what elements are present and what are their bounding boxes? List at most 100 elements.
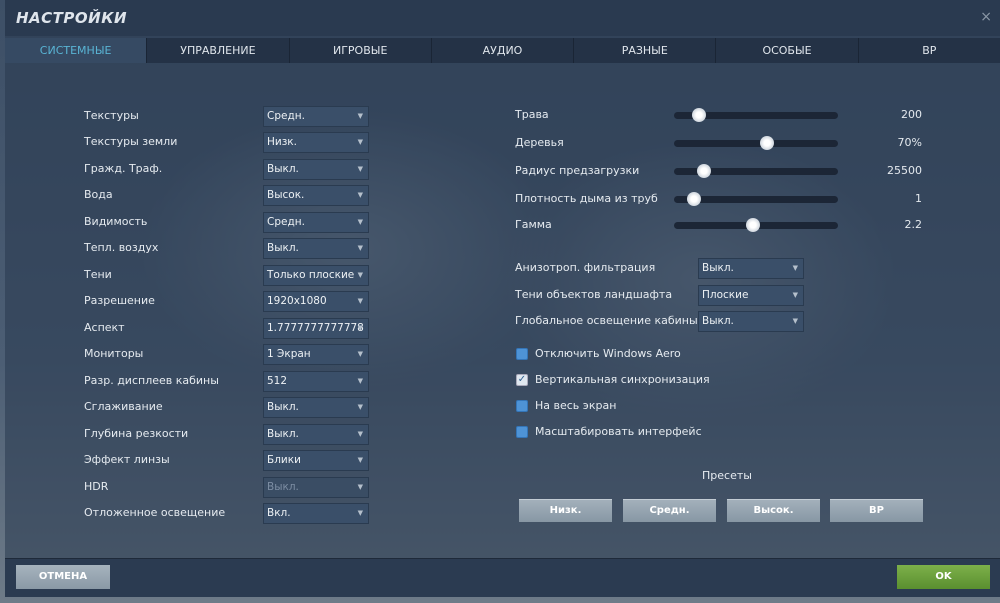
dropdown-value: Выкл. — [702, 262, 734, 274]
chevron-down-icon: ▼ — [357, 323, 363, 332]
preset-button[interactable]: ВР — [830, 499, 923, 522]
setting-label: Глобальное освещение кабины — [515, 314, 698, 327]
chevron-down-icon: ▼ — [357, 403, 363, 412]
chevron-down-icon: ▼ — [357, 429, 363, 438]
setting-dropdown[interactable]: Блики ▼ — [263, 450, 369, 472]
setting-label: Разр. дисплеев кабины — [84, 373, 219, 387]
slider-label: Деревья — [515, 136, 564, 149]
setting-label: Отложенное освещение — [84, 506, 226, 520]
dropdown-value: 1920x1080 — [267, 295, 327, 308]
setting-dropdown[interactable]: Выкл. ▼ — [263, 238, 369, 260]
checkbox[interactable] — [516, 400, 528, 412]
chevron-down-icon: ▼ — [357, 138, 363, 147]
chevron-down-icon: ▼ — [357, 350, 363, 359]
checkbox-label[interactable]: Вертикальная синхронизация — [535, 373, 710, 386]
slider-track[interactable] — [674, 164, 838, 178]
setting-label: Аспект — [84, 320, 125, 334]
slider-thumb[interactable] — [745, 218, 760, 232]
setting-dropdown[interactable]: 1.7777777777778 ▼ — [263, 317, 369, 339]
slider-thumb[interactable] — [686, 192, 701, 206]
checkbox-label[interactable]: Отключить Windows Aero — [535, 347, 681, 360]
close-icon[interactable]: × — [980, 9, 992, 25]
checkbox[interactable]: ✓ — [516, 374, 528, 386]
setting-dropdown[interactable]: Только плоские ▼ — [263, 264, 369, 286]
slider-track[interactable] — [674, 108, 838, 122]
slider-track[interactable] — [674, 218, 838, 232]
slider-value: 200 — [901, 108, 922, 121]
ok-button[interactable]: OK — [897, 565, 990, 589]
setting-label: Гражд. Траф. — [84, 161, 163, 175]
slider-thumb[interactable] — [691, 108, 706, 122]
footer — [5, 558, 1000, 597]
dropdown-value: 512 — [267, 374, 288, 387]
slider-value: 70% — [897, 136, 922, 149]
dropdown-value: Выкл. — [267, 242, 299, 255]
setting-dropdown[interactable]: Выкл. ▼ — [698, 258, 804, 279]
chevron-down-icon: ▼ — [357, 191, 363, 200]
setting-dropdown[interactable]: Плоские ▼ — [698, 284, 804, 306]
tab-6[interactable]: ВР — [857, 38, 1000, 63]
slider-thumb[interactable] — [696, 164, 711, 178]
dropdown-value: Плоские — [702, 288, 749, 301]
setting-label: Текстуры земли — [84, 135, 178, 149]
tab-bar: СИСТЕМНЫЕ УПРАВЛЕНИЕ ИГРОВЫЕ АУДИО РАЗНЫЕ ОСО… — [5, 38, 1000, 63]
dropdown-value: Высок. — [267, 189, 305, 202]
cancel-button[interactable]: ОТМЕНА — [16, 565, 110, 589]
setting-dropdown[interactable]: Высок. ▼ — [263, 185, 369, 207]
chevron-down-icon: ▼ — [357, 482, 363, 491]
setting-dropdown[interactable]: Выкл. ▼ — [263, 423, 369, 445]
chevron-down-icon: ▼ — [357, 376, 363, 385]
chevron-down-icon: ▼ — [792, 290, 798, 299]
setting-label: Сглаживание — [84, 400, 163, 414]
tab-1[interactable]: УПРАВЛЕНИЕ — [146, 38, 289, 63]
setting-dropdown[interactable]: 512 ▼ — [263, 370, 369, 392]
setting-dropdown[interactable]: Выкл. ▼ — [263, 397, 369, 419]
slider-value: 2.2 — [904, 218, 923, 231]
slider-label: Трава — [515, 108, 549, 121]
checkbox[interactable] — [516, 348, 528, 360]
checkbox-label[interactable]: Масштабировать интерфейс — [535, 425, 702, 438]
dropdown-value: Средн. — [267, 110, 305, 122]
setting-dropdown[interactable]: Вкл. ▼ — [263, 503, 369, 525]
setting-label: Анизотроп. фильтрация — [515, 261, 656, 274]
tab-3[interactable]: АУДИО — [430, 38, 574, 63]
preset-button[interactable]: Средн. — [623, 499, 716, 522]
checkbox[interactable] — [516, 426, 528, 438]
slider-thumb[interactable] — [760, 136, 775, 150]
dropdown-value: Только плоские — [267, 268, 355, 281]
chevron-down-icon: ▼ — [357, 244, 363, 253]
slider-track[interactable] — [674, 192, 838, 206]
chevron-down-icon: ▼ — [357, 217, 363, 226]
tab-4[interactable]: РАЗНЫЕ — [573, 38, 716, 63]
setting-dropdown[interactable]: Низк. ▼ — [263, 132, 369, 154]
setting-dropdown[interactable]: Выкл. ▼ — [698, 311, 804, 332]
dropdown-value: Средн. — [267, 215, 305, 228]
chevron-down-icon: ▼ — [357, 509, 363, 518]
setting-dropdown[interactable]: Выкл. ▼ — [263, 158, 369, 180]
dropdown-value: 1.7777777777778 — [267, 321, 364, 334]
setting-label: HDR — [84, 479, 109, 493]
tab-2[interactable]: ИГРОВЫЕ — [288, 38, 431, 63]
setting-dropdown[interactable]: 1 Экран ▼ — [263, 344, 369, 366]
preset-button[interactable]: Низк. — [519, 499, 612, 522]
settings-window: НАСТРОЙКИ × СИСТЕМНЫЕ УПРАВЛЕНИЕ ИГРОВЫЕ АУ… — [5, 0, 1000, 597]
dropdown-value: Выкл. — [267, 480, 299, 493]
dropdown-value: Низк. — [267, 136, 297, 149]
setting-dropdown[interactable]: Средн. ▼ — [263, 106, 369, 127]
setting-dropdown[interactable]: 1920x1080 ▼ — [263, 291, 369, 313]
setting-label: Вода — [84, 188, 113, 202]
chevron-down-icon: ▼ — [792, 264, 798, 272]
setting-dropdown[interactable]: Средн. ▼ — [263, 211, 369, 233]
tab-0[interactable]: СИСТЕМНЫЕ — [5, 38, 147, 63]
checkbox-label[interactable]: На весь экран — [535, 399, 616, 412]
setting-label: Тени объектов ландшафта — [515, 287, 673, 301]
preset-button[interactable]: Высок. — [727, 499, 820, 522]
presets-label: Пресеты — [702, 469, 752, 482]
dropdown-value: Выкл. — [267, 401, 299, 414]
setting-label: Разрешение — [84, 294, 155, 308]
slider-track[interactable] — [674, 136, 838, 150]
slider-label: Радиус предзагрузки — [515, 164, 640, 177]
dropdown-value: 1 Экран — [267, 348, 311, 361]
title-bar: НАСТРОЙКИ × — [5, 0, 1000, 36]
tab-5[interactable]: ОСОБЫЕ — [715, 38, 858, 63]
